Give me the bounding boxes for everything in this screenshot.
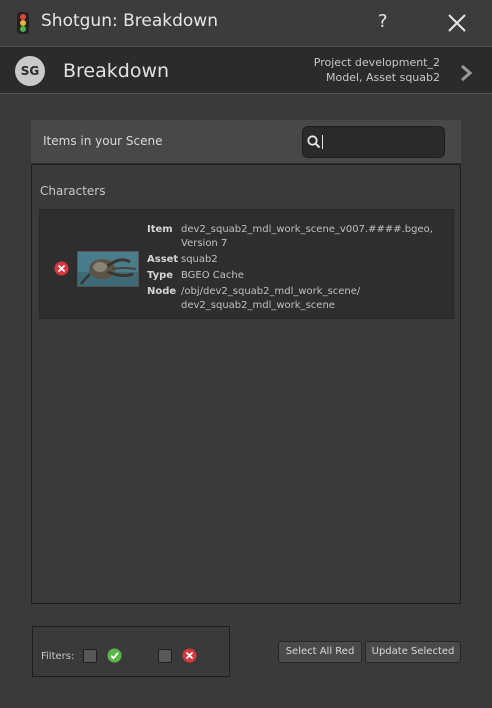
check-icon [107, 648, 122, 663]
select-all-red-button[interactable]: Select All Red [278, 641, 362, 663]
list-item[interactable]: Item dev2_squab2_mdl_work_scene_v007.###… [39, 209, 454, 319]
asset-value: squab2 [181, 254, 218, 265]
group-label: Characters [40, 184, 106, 198]
x-icon [54, 261, 69, 276]
filter-up-to-date-checkbox[interactable] [83, 649, 97, 663]
item-value: dev2_squab2_mdl_work_scene_v007.####.bge… [181, 224, 433, 249]
type-value: BGEO Cache [181, 270, 244, 281]
help-button[interactable]: ? [378, 11, 388, 32]
update-selected-button[interactable]: Update Selected [365, 641, 461, 663]
item-label: Item [147, 224, 173, 235]
window-title: Shotgun: Breakdown [41, 11, 218, 31]
scene-items-header: Items in your Scene [31, 120, 461, 164]
node-value: /obj/dev2_squab2_mdl_work_scene/ dev2_sq… [181, 286, 361, 311]
item-details: Item dev2_squab2_mdl_work_scene_v007.###… [147, 223, 447, 313]
app-title: Breakdown [63, 60, 170, 82]
search-input[interactable] [323, 132, 439, 152]
x-icon [182, 648, 197, 663]
app-header: SG Breakdown Project development_2 Model… [0, 46, 492, 94]
search-icon [307, 135, 321, 149]
asset-label: Asset [147, 254, 179, 265]
window-titlebar: Shotgun: Breakdown ? [0, 0, 492, 46]
item-thumbnail [77, 251, 139, 287]
panel-title: Items in your Scene [43, 134, 163, 148]
search-field[interactable] [302, 126, 445, 158]
filters-label: Filters: [41, 651, 75, 662]
context-entity: Model, Asset squab2 [326, 71, 440, 84]
context-project: Project development_2 [313, 56, 440, 69]
filter-out-of-date-checkbox[interactable] [158, 649, 172, 663]
close-icon[interactable] [446, 12, 468, 34]
scene-items-list: Characters Item dev2_squab2_mdl_work_sce… [31, 164, 461, 604]
shotgun-logo: SG [15, 56, 45, 86]
traffic-light-icon [17, 12, 29, 34]
filters-group: Filters: [32, 626, 230, 677]
type-label: Type [147, 270, 174, 281]
chevron-right-icon[interactable] [459, 64, 473, 82]
node-label: Node [147, 286, 177, 297]
